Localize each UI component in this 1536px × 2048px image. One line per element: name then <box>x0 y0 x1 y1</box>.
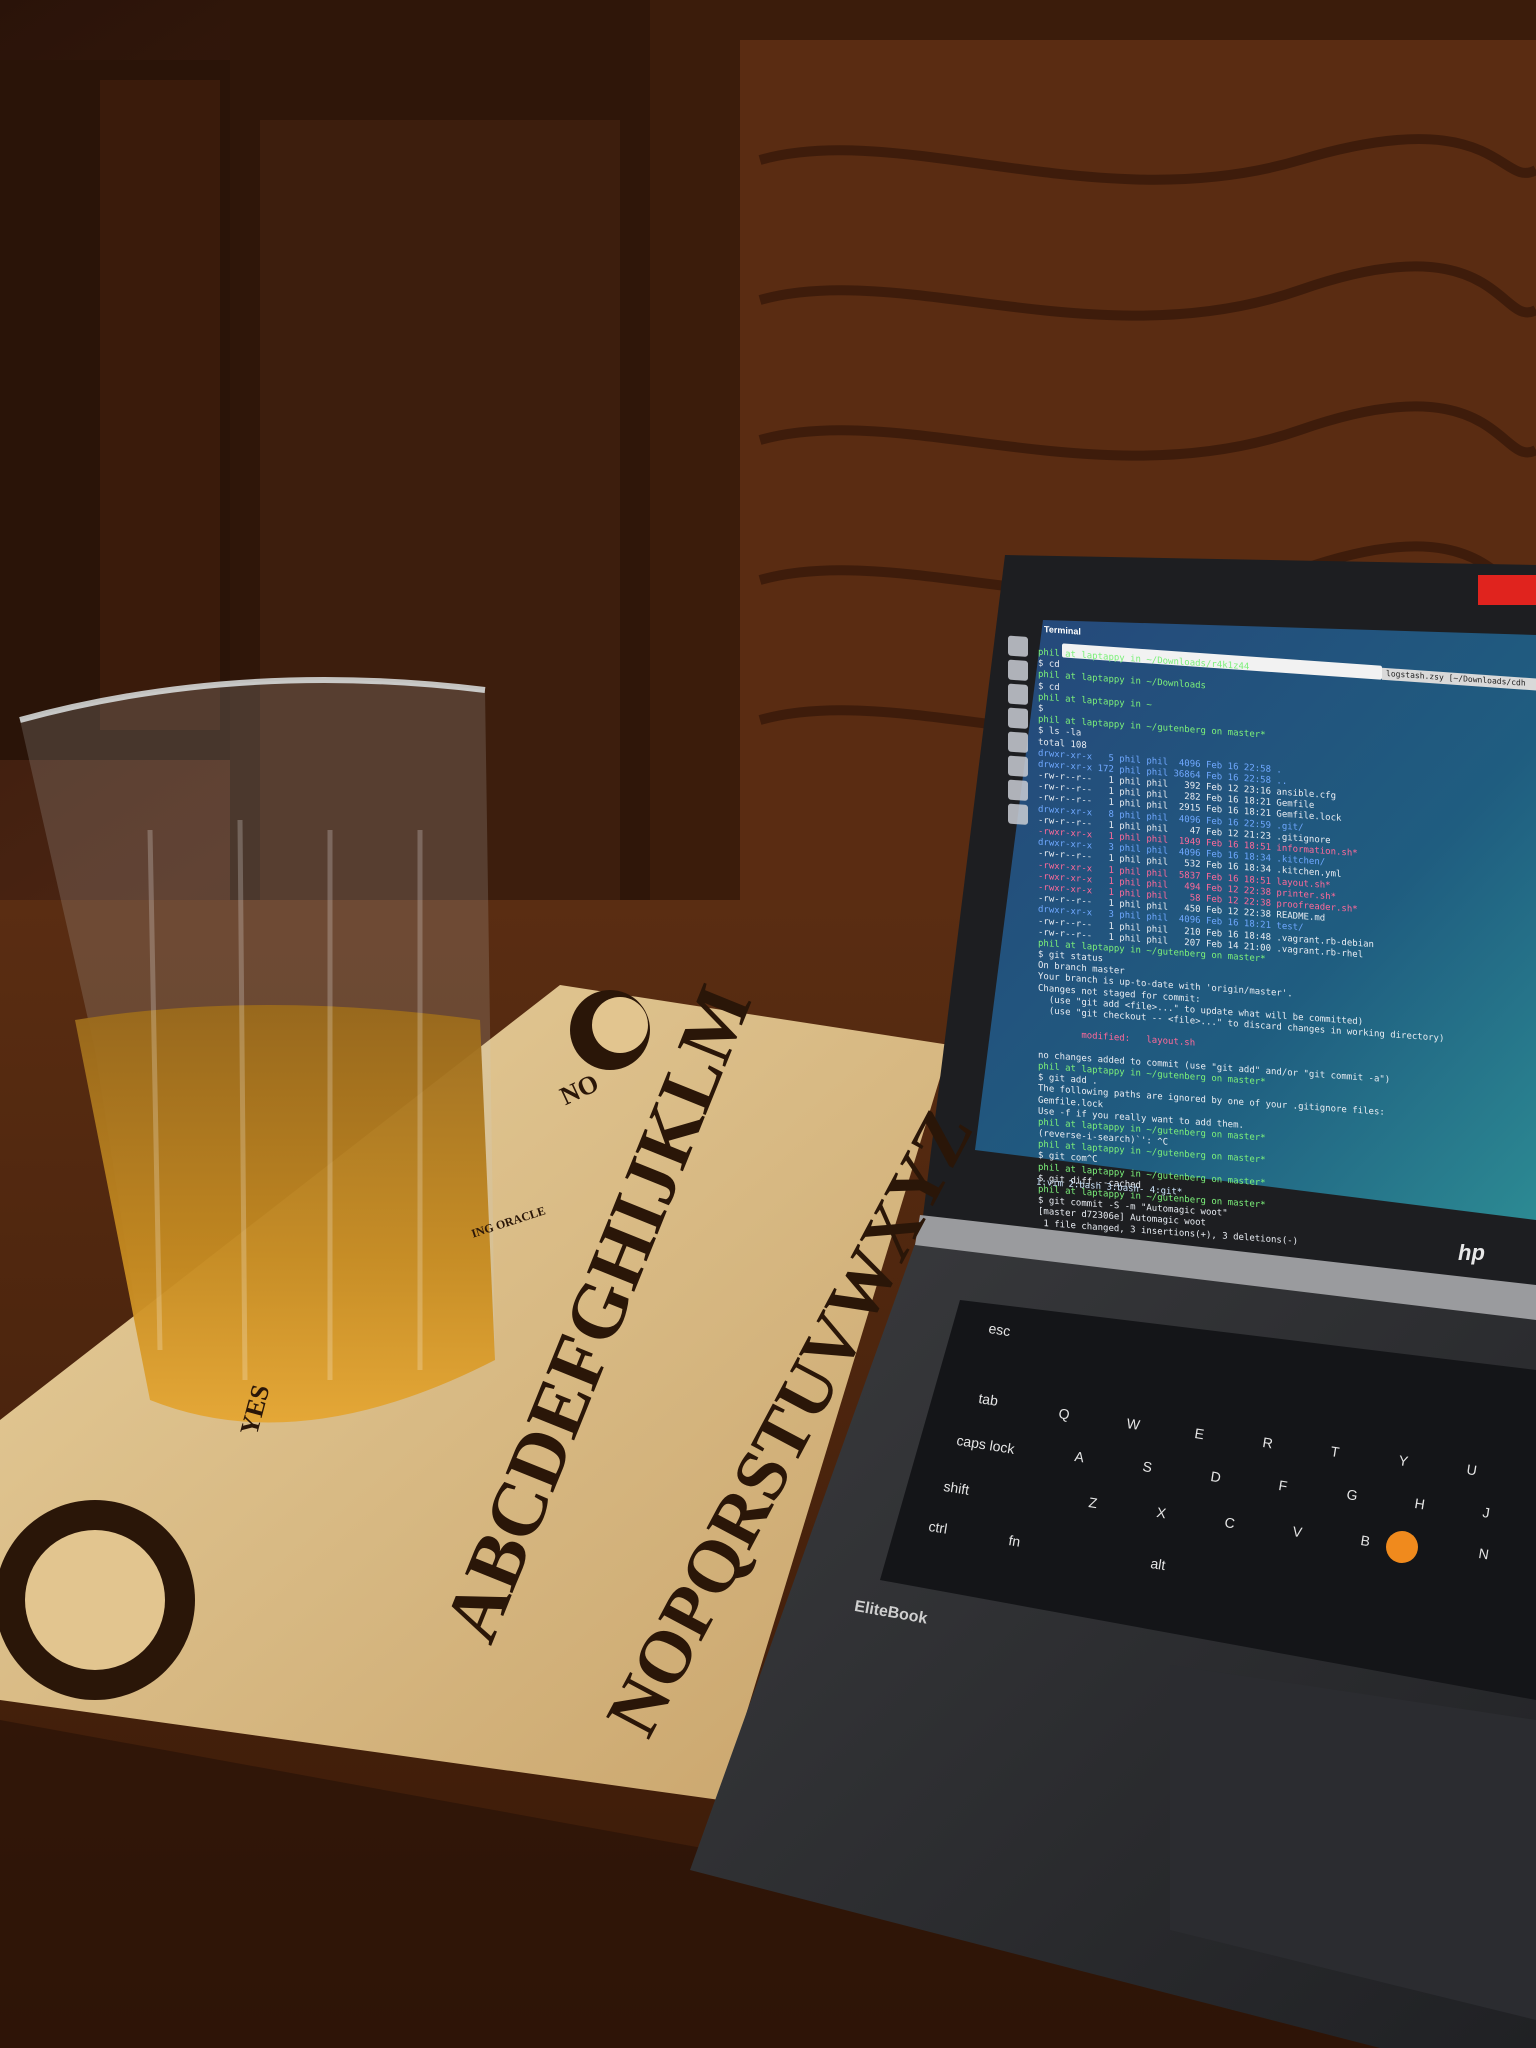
launcher-icon[interactable] <box>1008 779 1028 801</box>
launcher-icon[interactable] <box>1008 755 1028 777</box>
launcher-icon[interactable] <box>1008 803 1028 825</box>
hp-logo: hp <box>1458 1240 1485 1265</box>
terminal-title: Terminal <box>1044 624 1081 637</box>
terminal-window: Terminal logstash.zsy [~/Downloads/cdh p… <box>1000 615 1536 1263</box>
key-esc[interactable]: esc <box>987 1320 1011 1339</box>
wall-panel-left <box>0 60 230 760</box>
key-q[interactable]: Q <box>1057 1405 1070 1423</box>
launcher-icon[interactable] <box>1008 635 1028 657</box>
key-w[interactable]: W <box>1125 1415 1141 1433</box>
trackpoint[interactable] <box>1386 1531 1418 1563</box>
board-moon-emblem <box>570 990 650 1070</box>
launcher-icon[interactable] <box>1008 731 1028 753</box>
launcher-bar <box>1004 635 1034 829</box>
board-sun-emblem <box>0 1500 195 1700</box>
red-tape <box>1478 575 1536 605</box>
launcher-icon[interactable] <box>1008 659 1028 681</box>
launcher-icon[interactable] <box>1008 707 1028 729</box>
key-tab[interactable]: tab <box>977 1390 999 1409</box>
key-fn[interactable]: fn <box>1007 1532 1021 1550</box>
terminal-output: phil at laptappy in ~/Downloads/r4k1z44 $… <box>1038 648 1536 1263</box>
key-ctrl[interactable]: ctrl <box>927 1518 948 1537</box>
launcher-icon[interactable] <box>1008 683 1028 705</box>
key-alt[interactable]: alt <box>1149 1555 1166 1573</box>
